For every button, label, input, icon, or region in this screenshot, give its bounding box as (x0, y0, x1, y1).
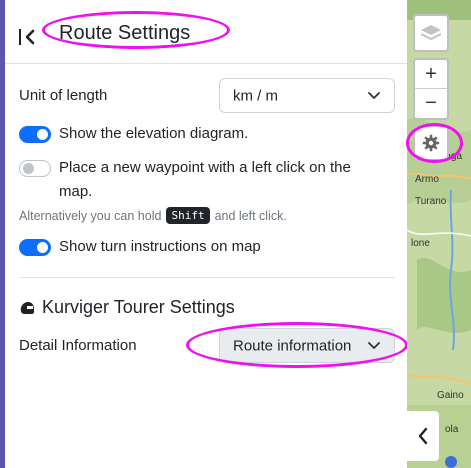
hint-text-before: Alternatively you can hold (19, 208, 162, 223)
zoom-control: + − (413, 58, 449, 120)
zoom-in-button[interactable]: + (415, 60, 447, 89)
route-settings-panel: Route Settings Unit of length km / m Sho… (5, 0, 408, 468)
waypoint-click-label: Place a new waypoint with a left click o… (59, 159, 351, 200)
bar-icon (19, 29, 21, 45)
gear-highlight-annotation (406, 123, 463, 163)
unit-of-length-select[interactable]: km / m (219, 78, 395, 113)
map-label: lone (411, 238, 430, 249)
elevation-diagram-toggle[interactable] (19, 126, 51, 143)
section-divider (19, 277, 395, 278)
unit-of-length-label: Unit of length (19, 87, 108, 104)
chevron-left-icon (418, 427, 428, 445)
turn-instructions-label: Show turn instructions on map (59, 238, 261, 255)
kurviger-section-heading: Kurviger Tourer Settings (42, 297, 235, 317)
shift-key: Shift (166, 207, 210, 224)
turn-instructions-toggle[interactable] (19, 239, 51, 256)
layers-control[interactable] (413, 14, 449, 52)
title-highlight-annotation (42, 11, 230, 49)
waypoint-click-toggle[interactable] (19, 160, 51, 177)
expand-side-panel-button[interactable] (407, 411, 439, 461)
map-label: Turano (415, 196, 447, 207)
chevron-left-icon (25, 29, 35, 45)
collapse-panel-button[interactable] (19, 26, 43, 48)
toggle-knob (37, 242, 48, 253)
map-label: Armo (415, 174, 439, 185)
chevron-down-icon (368, 91, 380, 99)
unit-of-length-value: km / m (233, 87, 278, 104)
toggle-knob (23, 163, 34, 174)
kurviger-section-title: Kurviger Tourer Settings (19, 297, 235, 318)
map-label: ola (445, 424, 459, 435)
detail-highlight-annotation (186, 322, 408, 368)
motorcycle-helmet-icon (20, 301, 34, 314)
zoom-out-button[interactable]: − (415, 89, 447, 118)
detail-information-label: Detail Information (19, 337, 137, 354)
toggle-knob (37, 129, 48, 140)
elevation-diagram-label: Show the elevation diagram. (59, 125, 249, 142)
layers-icon (415, 16, 447, 50)
shift-hint: Alternatively you can hold Shift and lef… (19, 207, 287, 224)
map-label: Gaino (437, 390, 464, 401)
hint-text-after: and left click. (214, 208, 287, 223)
